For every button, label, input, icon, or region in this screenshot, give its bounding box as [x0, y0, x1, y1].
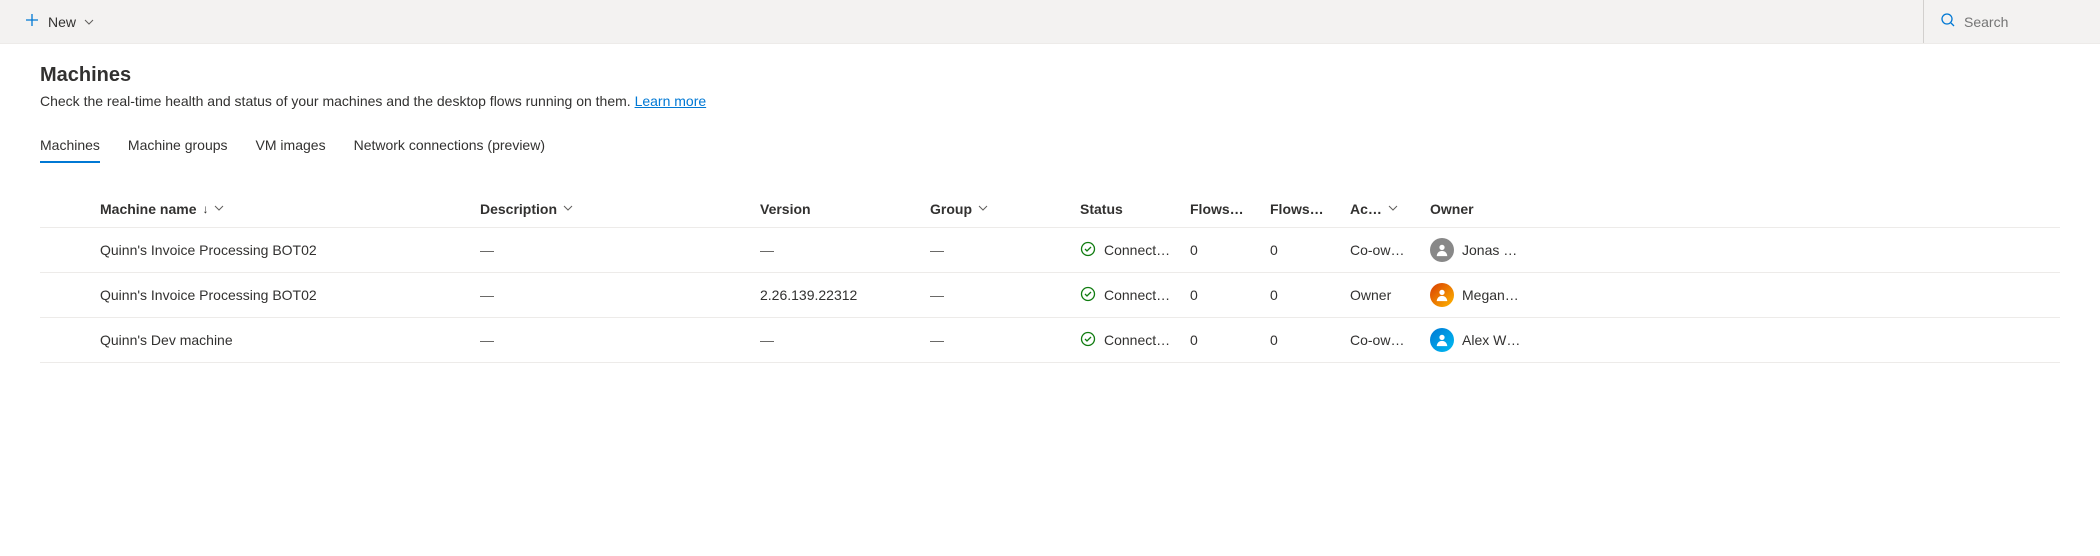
col-flows1-label: Flows…	[1190, 201, 1244, 217]
learn-more-link[interactable]: Learn more	[635, 93, 707, 109]
cell-group: —	[930, 287, 1080, 303]
table-row: Quinn's Dev machine — — — Connect… 0 0 C…	[40, 318, 2060, 363]
col-group[interactable]: Group	[930, 201, 1080, 217]
col-version-label: Version	[760, 201, 811, 217]
tabs: Machines Machine groups VM images Networ…	[40, 129, 2060, 163]
chevron-down-icon	[563, 203, 573, 216]
machine-name-link[interactable]: Quinn's Invoice Processing BOT02	[100, 242, 317, 258]
cell-version: —	[760, 242, 930, 258]
col-status[interactable]: Status	[1080, 201, 1190, 217]
col-version[interactable]: Version	[760, 201, 930, 217]
cell-status: Connect…	[1080, 241, 1190, 260]
page-title: Machines	[40, 64, 2060, 87]
status-text: Connect…	[1104, 332, 1170, 348]
cell-group: —	[930, 242, 1080, 258]
status-text: Connect…	[1104, 242, 1170, 258]
col-group-label: Group	[930, 201, 972, 217]
toolbar-right	[1923, 0, 2084, 43]
toolbar-left: New	[16, 6, 102, 37]
cell-description: —	[480, 332, 760, 348]
cell-flows2: 0	[1270, 332, 1350, 348]
status-text: Connect…	[1104, 287, 1170, 303]
check-circle-icon	[1080, 286, 1096, 305]
cell-owner: Alex W…	[1430, 328, 1550, 352]
chevron-down-icon	[84, 14, 94, 30]
col-owner-label: Owner	[1430, 201, 1474, 217]
cell-description: —	[480, 242, 760, 258]
tab-machine-groups[interactable]: Machine groups	[128, 129, 228, 163]
avatar	[1430, 328, 1454, 352]
avatar	[1430, 238, 1454, 262]
cell-flows1: 0	[1190, 332, 1270, 348]
col-status-label: Status	[1080, 201, 1123, 217]
search-icon	[1940, 12, 1956, 31]
search-input[interactable]	[1964, 14, 2084, 30]
cell-flows1: 0	[1190, 242, 1270, 258]
table-row: Quinn's Invoice Processing BOT02 — 2.26.…	[40, 273, 2060, 318]
tab-machines[interactable]: Machines	[40, 129, 100, 163]
plus-icon	[24, 12, 40, 31]
cell-access: Owner	[1350, 287, 1430, 303]
cell-access: Co-ow…	[1350, 242, 1430, 258]
cell-description: —	[480, 287, 760, 303]
page-description-text: Check the real-time health and status of…	[40, 93, 635, 109]
cell-owner: Jonas …	[1430, 238, 1550, 262]
cell-version: —	[760, 332, 930, 348]
table-row: Quinn's Invoice Processing BOT02 — — — C…	[40, 228, 2060, 273]
cell-owner: Megan…	[1430, 283, 1550, 307]
check-circle-icon	[1080, 241, 1096, 260]
col-machine-name-label: Machine name	[100, 201, 196, 217]
col-access[interactable]: Ac…	[1350, 201, 1430, 217]
col-description[interactable]: Description	[480, 201, 760, 217]
tab-vm-images[interactable]: VM images	[256, 129, 326, 163]
owner-name: Alex W…	[1462, 332, 1520, 348]
machines-table: Machine name ↓ Description Version Group…	[40, 191, 2060, 363]
owner-name: Jonas …	[1462, 242, 1517, 258]
chevron-down-icon	[1388, 203, 1398, 216]
toolbar: New	[0, 0, 2100, 44]
tab-network-connections[interactable]: Network connections (preview)	[354, 129, 545, 163]
machine-name-link[interactable]: Quinn's Dev machine	[100, 332, 233, 348]
cell-access: Co-ow…	[1350, 332, 1430, 348]
col-flows1[interactable]: Flows…	[1190, 201, 1270, 217]
col-description-label: Description	[480, 201, 557, 217]
content: Machines Check the real-time health and …	[0, 44, 2100, 383]
chevron-down-icon	[214, 203, 224, 216]
col-access-label: Ac…	[1350, 201, 1382, 217]
col-machine-name[interactable]: Machine name ↓	[100, 201, 480, 217]
col-flows2-label: Flows…	[1270, 201, 1324, 217]
machine-name-link[interactable]: Quinn's Invoice Processing BOT02	[100, 287, 317, 303]
cell-group: —	[930, 332, 1080, 348]
new-button-label: New	[48, 14, 76, 30]
cell-status: Connect…	[1080, 286, 1190, 305]
table-header: Machine name ↓ Description Version Group…	[40, 191, 2060, 228]
cell-flows1: 0	[1190, 287, 1270, 303]
cell-version: 2.26.139.22312	[760, 287, 930, 303]
owner-name: Megan…	[1462, 287, 1519, 303]
col-owner[interactable]: Owner	[1430, 201, 1550, 217]
col-flows2[interactable]: Flows…	[1270, 201, 1350, 217]
new-button[interactable]: New	[16, 6, 102, 37]
cell-flows2: 0	[1270, 287, 1350, 303]
sort-down-icon: ↓	[202, 202, 208, 216]
page-description: Check the real-time health and status of…	[40, 93, 2060, 109]
avatar	[1430, 283, 1454, 307]
cell-status: Connect…	[1080, 331, 1190, 350]
chevron-down-icon	[978, 203, 988, 216]
cell-flows2: 0	[1270, 242, 1350, 258]
check-circle-icon	[1080, 331, 1096, 350]
